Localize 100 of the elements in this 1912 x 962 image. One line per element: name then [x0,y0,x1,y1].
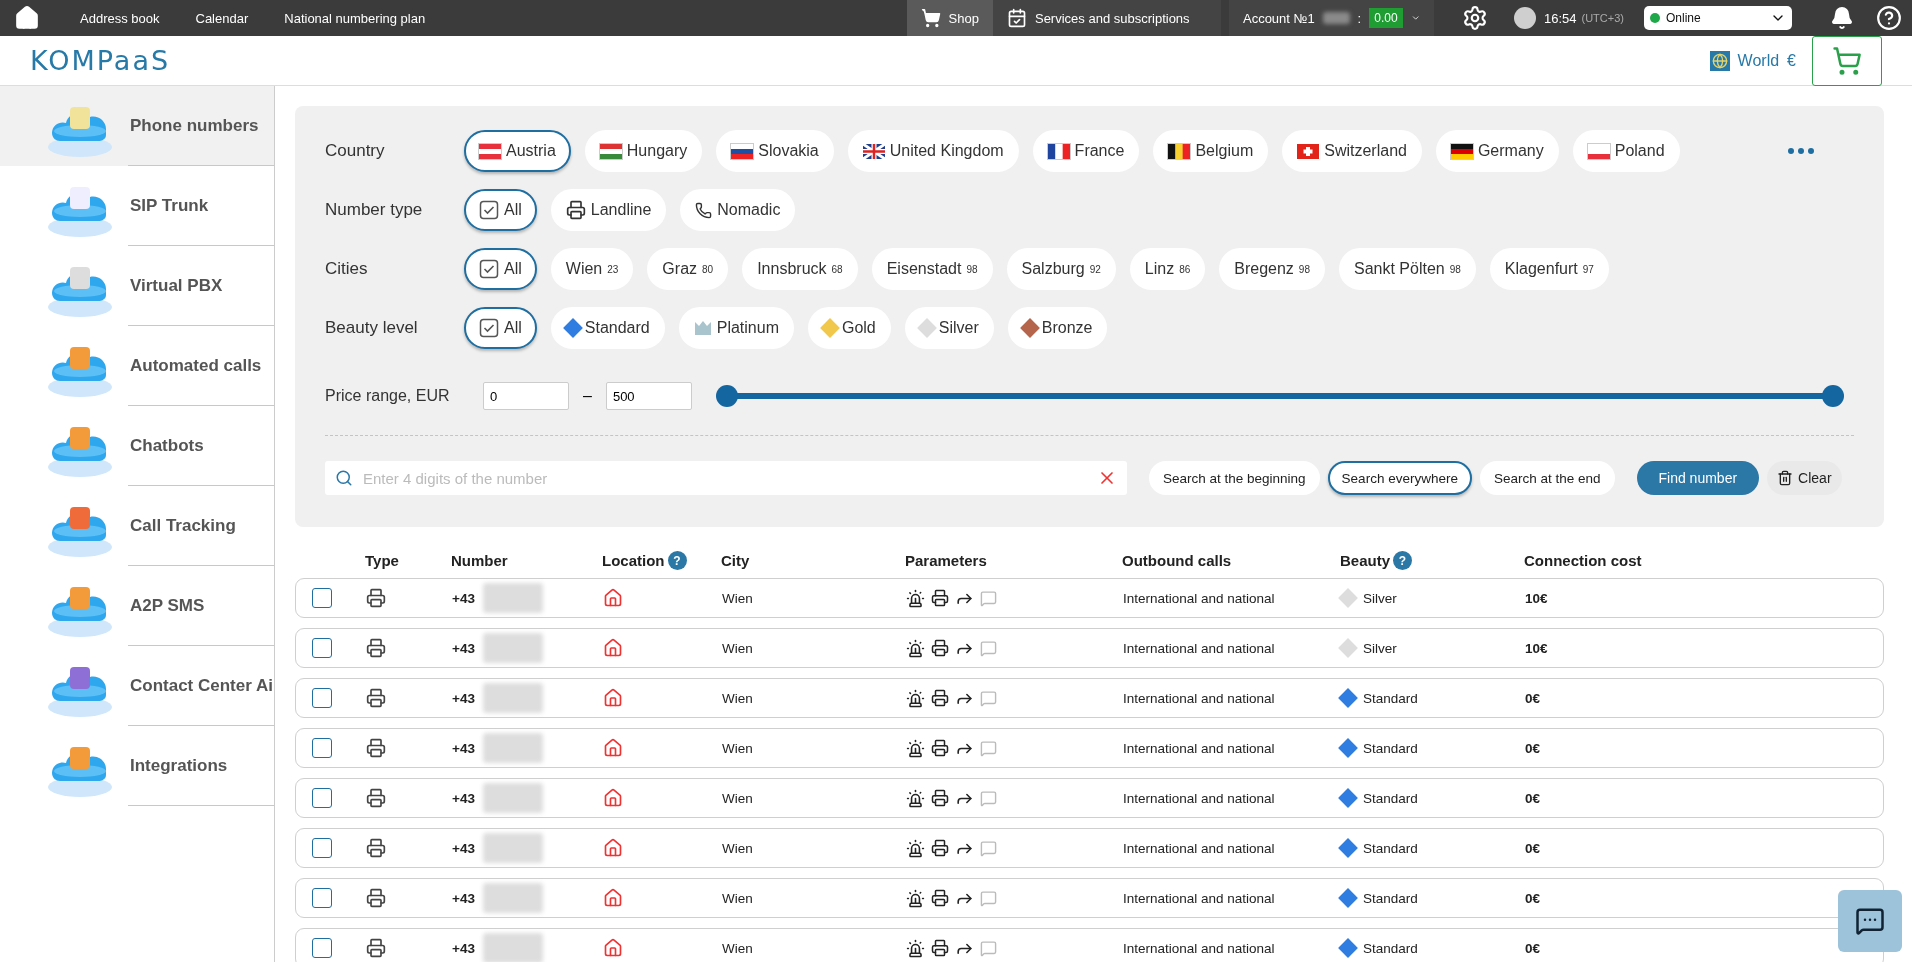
chat-button[interactable] [1838,890,1902,952]
siren-icon [906,738,925,758]
flag-icon [1168,143,1191,159]
flag-icon [1297,143,1320,159]
more-icon[interactable] [1788,148,1814,154]
column-header: City [721,552,750,569]
table-row[interactable]: +43 Wien International and national Standard 0€ [295,878,1884,918]
filter-chip[interactable]: Nomadic [680,189,796,231]
column-header: Type [365,552,399,569]
logo[interactable]: KOMPaaS [30,45,171,76]
filter-chip[interactable]: Landline [550,189,667,231]
checkbox-icon [479,318,499,338]
row-checkbox[interactable] [312,688,332,708]
search-field[interactable]: Enter 4 digits of the number [325,461,1127,495]
flag-icon [599,143,622,159]
home-icon [603,738,623,758]
row-checkbox[interactable] [312,638,332,658]
services-tab[interactable]: Services and subscriptions [992,0,1221,36]
row-checkbox[interactable] [312,888,332,908]
nav-link[interactable]: Calendar [177,10,267,26]
table-cell: Standard [1363,890,1418,906]
globe-icon [1709,50,1730,71]
redacted-drawing [482,683,543,713]
table-row[interactable]: +43 Wien International and national Standard 0€ [295,828,1884,868]
account-menu[interactable]: Account №1 : 0.00 [1228,0,1434,36]
settings-icon[interactable] [1461,5,1488,31]
slider-thumb[interactable] [1822,385,1844,407]
table-row[interactable]: +43 Wien International and national Standard 0€ [295,728,1884,768]
table-cell-text: Wien [722,790,754,806]
cart-icon [1832,45,1862,76]
filter-chip[interactable]: Platinum [678,307,794,349]
search-mode-button[interactable]: Search at the end [1479,461,1615,495]
filter-chip[interactable]: All [464,248,537,290]
separator-text: – [583,387,592,405]
filter-chip[interactable]: Silver [904,307,994,349]
filter-chip[interactable]: Hungary [584,130,703,172]
price-to-field[interactable]: 500 [605,382,692,410]
table-cell: Standard [1363,790,1418,806]
row-checkbox[interactable] [312,588,332,608]
siren-icon [906,638,925,658]
table-cell: Standard [1363,840,1418,856]
table-cell-text: Wien [722,840,754,856]
table-row[interactable]: +43 Wien International and national Silver 10€ [295,628,1884,668]
clear-button[interactable]: Clear [1767,461,1842,495]
help-badge[interactable]: ? [1393,551,1413,570]
redacted-drawing [1322,12,1350,24]
table-row[interactable]: +43 Wien International and national Silver 10€ [295,578,1884,618]
table-cell-text: International and national [1123,890,1276,906]
bell-icon[interactable] [1830,6,1854,30]
sms-icon [980,589,997,607]
find-number-button[interactable]: Find number [1636,461,1760,495]
table-cell: Standard [1363,740,1418,756]
row-checkbox[interactable] [312,738,332,758]
nav-link[interactable]: National numbering plan [266,10,444,26]
phone-number: +43 [452,890,475,906]
help-icon[interactable] [1876,5,1902,31]
search-mode-button[interactable]: Search at the beginning [1149,461,1320,495]
filter-label: Price range, EUR [325,387,451,405]
table-row[interactable]: +43 Wien International and national Standard 0€ [295,778,1884,818]
column-header: Parameters [905,552,987,569]
filter-chip[interactable]: Austria [464,130,571,172]
filter-chip[interactable]: All [464,307,537,349]
table-row[interactable]: +43 Wien International and national Standard 0€ [295,678,1884,718]
filter-chip[interactable]: Slovakia [716,130,834,172]
row-checkbox[interactable] [312,938,332,958]
price-from-field[interactable]: 0 [483,382,569,410]
filter-chip[interactable]: France [1032,130,1140,172]
help-badge[interactable]: ? [667,551,687,570]
shop-tab[interactable]: Shop [906,0,993,36]
search-mode-button[interactable]: Search everywhere [1327,461,1472,495]
table-cell: Silver [1363,590,1397,606]
fax-icon [931,839,949,857]
filter-chip[interactable]: Bronze [1007,307,1108,349]
timezone-text: (UTC+3) [1581,12,1624,24]
filter-chip[interactable]: United Kingdom [847,130,1019,172]
filter-chip[interactable]: Poland [1572,130,1680,172]
sms-icon [980,639,997,657]
balance-badge: 0.00 [1369,8,1403,28]
filter-chip[interactable]: Standard [550,307,665,349]
filter-chip[interactable]: Germany [1435,130,1559,172]
price-text: 0€ [1525,690,1542,706]
row-checkbox[interactable] [312,788,332,808]
sms-icon [980,739,997,757]
home-icon [603,888,623,908]
fax-icon [931,889,949,907]
table-cell-text: Wien [722,590,754,606]
nav-link[interactable]: Address book [62,10,178,26]
slider-thumb[interactable] [715,385,738,407]
filter-chip[interactable]: Gold [807,307,891,349]
home-icon[interactable] [14,5,40,31]
status-select[interactable]: Online [1644,6,1792,30]
region-selector[interactable]: World € [1709,50,1796,71]
filter-chip[interactable]: Belgium [1153,130,1269,172]
filter-label: Beauty level [325,318,419,338]
filter-chip[interactable]: All [464,189,537,231]
row-checkbox[interactable] [312,838,332,858]
sidebar-item[interactable]: Phone numbers [0,86,274,166]
checkbox-icon [479,259,499,279]
filter-chip[interactable]: Switzerland [1282,130,1422,172]
avatar-icon[interactable] [1513,7,1536,29]
